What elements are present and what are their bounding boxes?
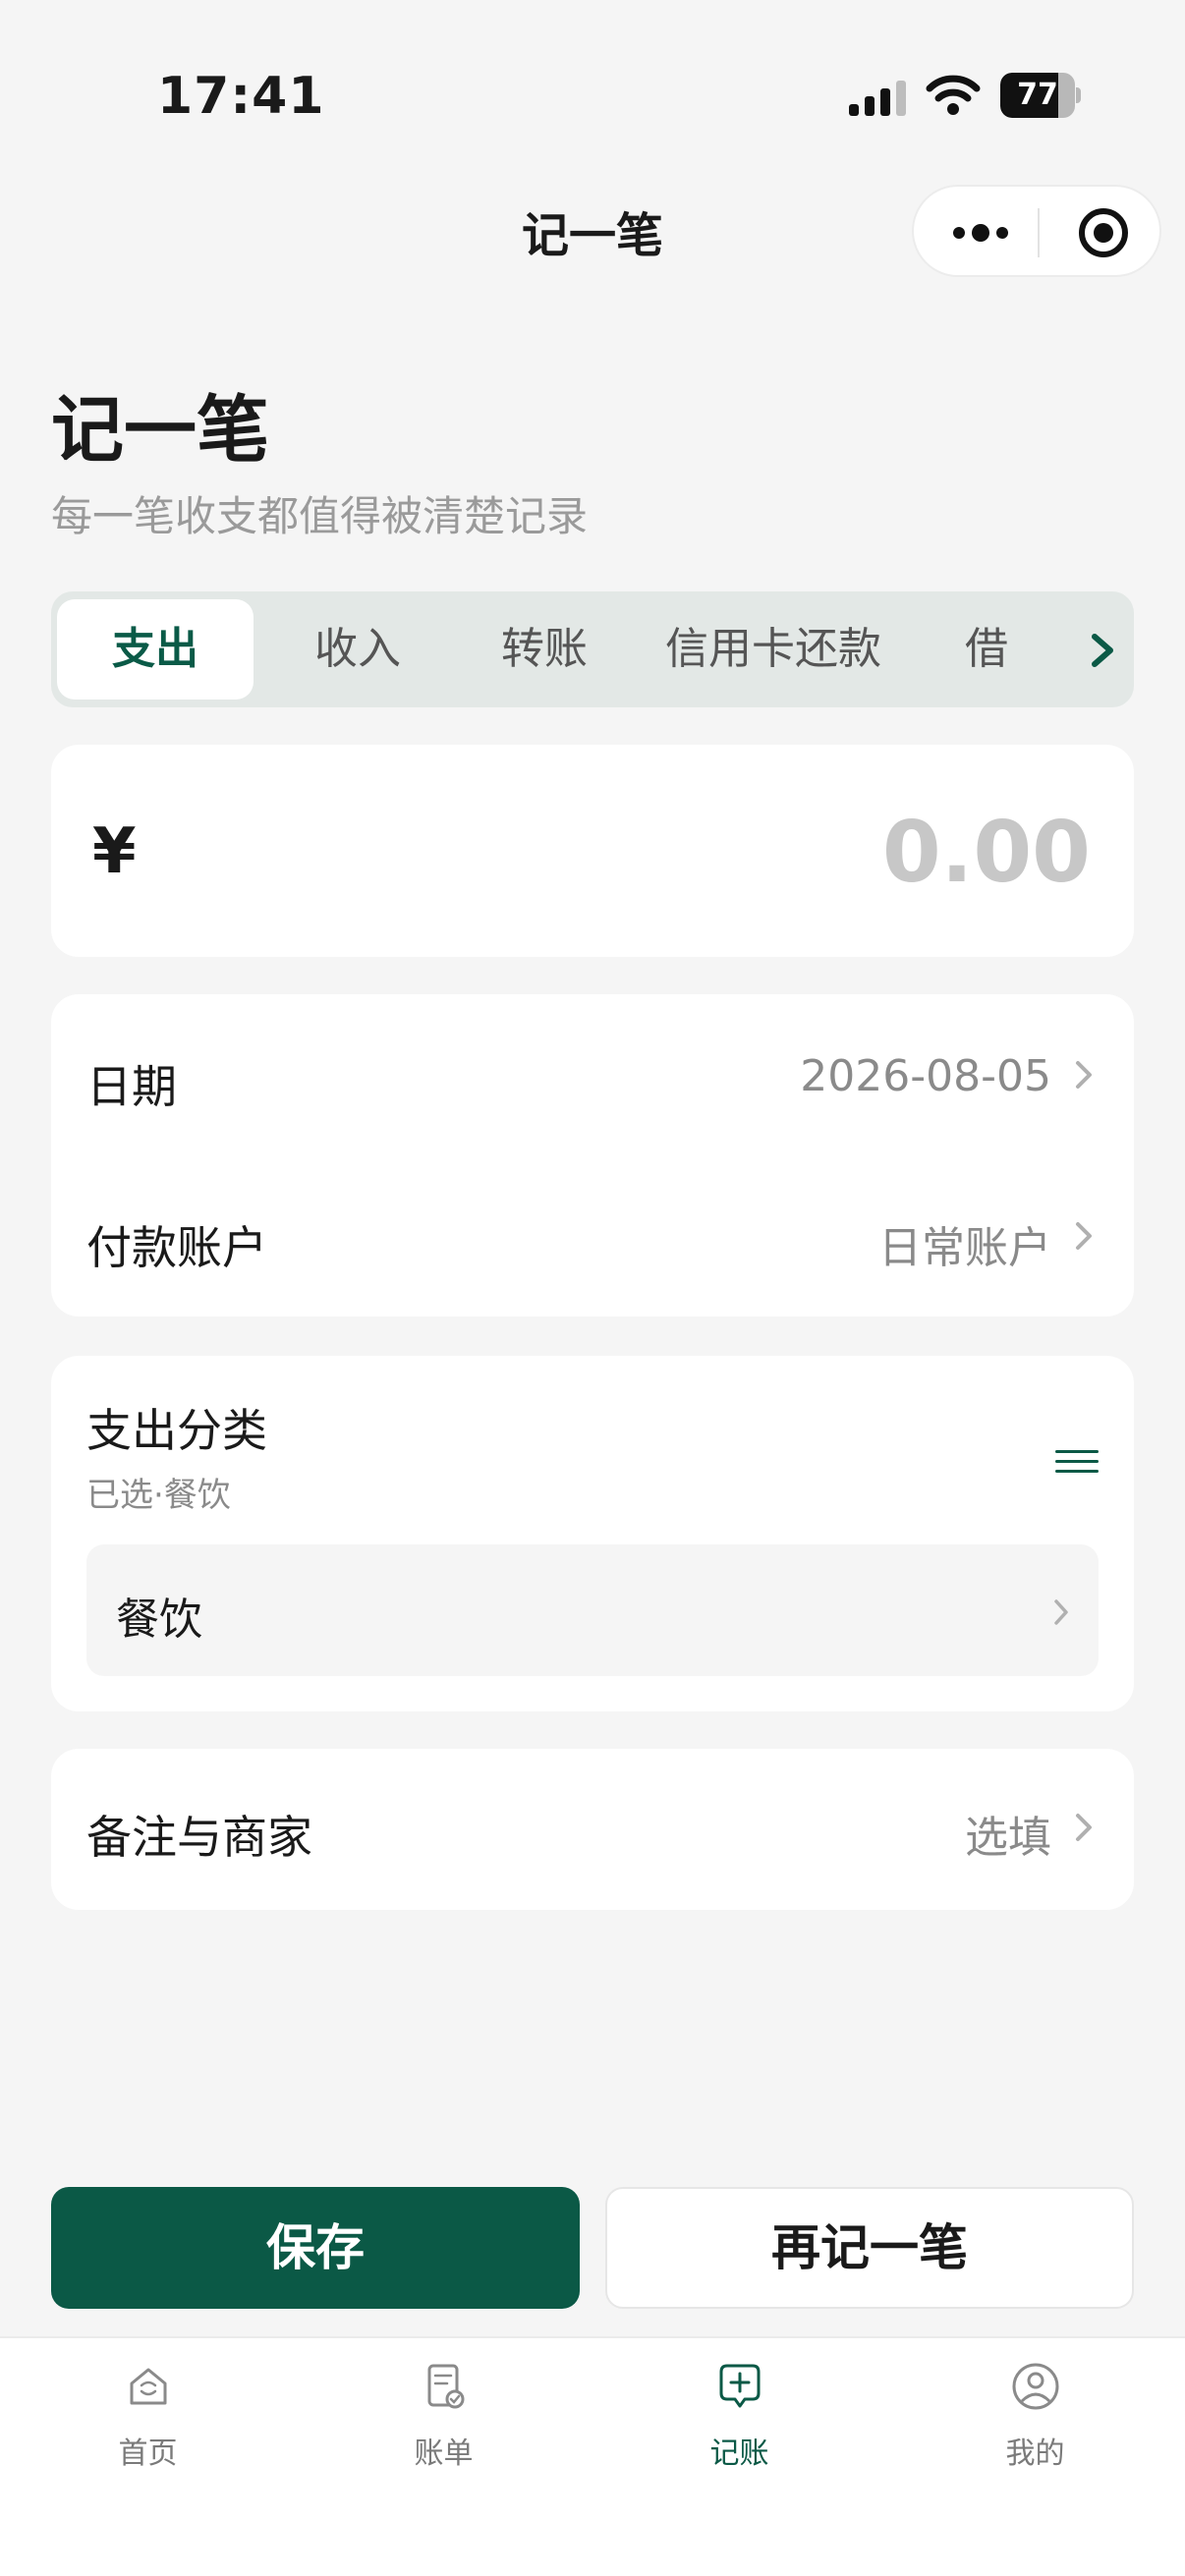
menu-icon[interactable] — [1053, 1446, 1100, 1478]
bottom-tab-bar: 首页 账单 记账 我的 — [0, 2336, 1185, 2576]
category-card: 支出分类 已选·餐饮 餐饮 — [51, 1356, 1134, 1711]
category-value: 餐饮 — [116, 1595, 202, 1645]
tab-transfer[interactable]: 转账 — [454, 599, 635, 700]
note-value[interactable]: 选填 — [965, 1802, 1051, 1865]
profile-icon — [1012, 2363, 1059, 2410]
tabbar-label: 账单 — [414, 2436, 474, 2471]
date-label: 日期 — [86, 1060, 177, 1113]
tab-borrow[interactable]: 借 — [965, 599, 1063, 700]
currency-symbol: ¥ — [92, 815, 137, 888]
type-tabs: 支出 收入 转账 信用卡还款 借 — [51, 591, 1134, 707]
tab-credit-card-repayment[interactable]: 信用卡还款 — [641, 599, 906, 700]
chevron-right-icon[interactable] — [1083, 627, 1122, 674]
chevron-right-icon — [1076, 1222, 1092, 1250]
account-label: 付款账户 — [86, 1221, 267, 1274]
close-target-icon[interactable] — [1077, 206, 1130, 259]
cellular-signal-icon — [849, 81, 906, 116]
tabbar-item-bill[interactable]: 账单 — [296, 2338, 592, 2515]
save-button[interactable]: 保存 — [51, 2187, 580, 2309]
amount-card[interactable]: ¥ 0.00 — [51, 745, 1134, 957]
chevron-right-icon — [1076, 1814, 1092, 1841]
bill-icon — [427, 2364, 465, 2409]
capsule-divider — [1038, 208, 1040, 257]
tab-expense[interactable]: 支出 — [57, 599, 254, 700]
tabbar-label: 记账 — [709, 2436, 769, 2471]
info-card: 日期 2026-08-05 付款账户 日常账户 — [51, 994, 1134, 1316]
home-icon — [130, 2368, 167, 2405]
tabbar-item-profile[interactable]: 我的 — [887, 2338, 1183, 2515]
battery-percent: 77 — [1017, 78, 1058, 112]
page-subtitle: 每一笔收支都值得被清楚记录 — [51, 492, 589, 540]
chevron-right-icon — [1054, 1599, 1068, 1625]
tab-income[interactable]: 收入 — [267, 599, 448, 700]
status-time: 17:41 — [157, 67, 325, 126]
record-again-button[interactable]: 再记一笔 — [605, 2187, 1134, 2309]
mini-program-capsule — [912, 185, 1161, 277]
tabbar-item-record[interactable]: 记账 — [592, 2338, 887, 2515]
date-value[interactable]: 2026-08-05 — [800, 1051, 1051, 1101]
record-page: 17:41 77 记一笔 记一笔 每一笔收支都值得被清楚记录 支出 收入 转账 … — [0, 0, 1185, 2576]
status-bar: 17:41 77 — [0, 0, 1185, 177]
wifi-icon — [926, 75, 981, 115]
category-selected-text: 已选·餐饮 — [86, 1476, 231, 1515]
page-title: 记一笔 — [51, 388, 269, 473]
note-card[interactable]: 备注与商家 选填 — [51, 1749, 1134, 1910]
more-icon[interactable] — [949, 208, 1012, 257]
category-select[interactable]: 餐饮 — [86, 1544, 1099, 1676]
tabbar-label: 首页 — [118, 2436, 178, 2471]
chevron-right-icon — [1076, 1061, 1092, 1089]
battery-icon: 77 — [1000, 73, 1081, 118]
add-record-icon — [719, 2364, 761, 2408]
category-title: 支出分类 — [86, 1404, 267, 1457]
note-label: 备注与商家 — [86, 1811, 312, 1864]
tabbar-label: 我的 — [1005, 2436, 1065, 2471]
account-value[interactable]: 日常账户 — [878, 1212, 1051, 1275]
amount-input[interactable]: 0.00 — [882, 804, 1091, 902]
tabbar-item-home[interactable]: 首页 — [0, 2338, 296, 2515]
